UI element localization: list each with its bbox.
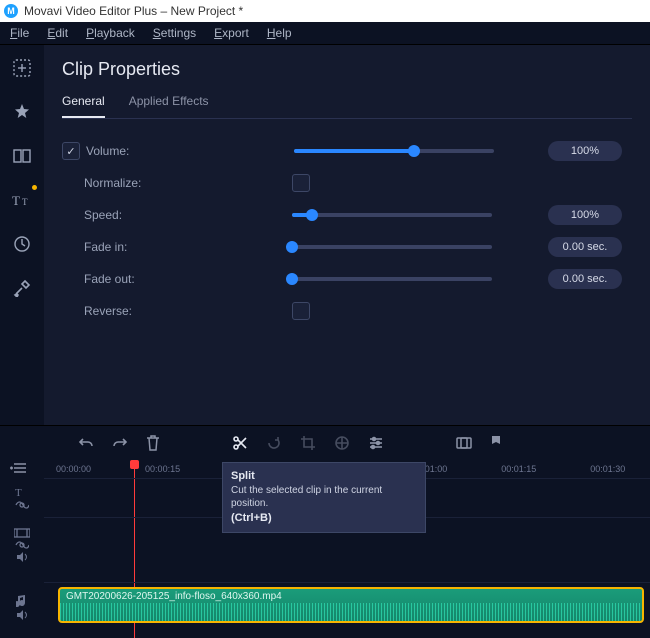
- reverse-label: Reverse:: [84, 304, 172, 318]
- fadeout-label: Fade out:: [84, 272, 172, 286]
- window-titlebar: M Movavi Video Editor Plus – New Project…: [0, 0, 650, 22]
- marker-icon[interactable]: [490, 435, 504, 451]
- volume-label: Volume:: [86, 144, 174, 158]
- stickers-icon[interactable]: [7, 229, 37, 259]
- tooltip-title: Split: [231, 470, 255, 482]
- redo-icon[interactable]: [112, 435, 128, 451]
- titles-icon[interactable]: TT: [7, 185, 37, 215]
- window-title: Movavi Video Editor Plus – New Project *: [24, 4, 243, 18]
- volume-value: 100%: [548, 141, 622, 161]
- ruler-tick: 00:00:15: [145, 464, 180, 474]
- menu-export[interactable]: Export: [214, 26, 249, 40]
- fadein-slider[interactable]: [292, 245, 492, 249]
- prop-reverse-row: Reverse:: [62, 295, 632, 327]
- audio-track[interactable]: GMT20200626-205125_info-floso_640x360.mp…: [44, 582, 650, 627]
- normalize-label: Normalize:: [84, 176, 172, 190]
- svg-text:T: T: [22, 197, 28, 207]
- panel-tabs: General Applied Effects: [62, 94, 632, 119]
- rotate-icon[interactable]: [266, 435, 282, 451]
- timeline: 00:00:00 00:00:15 00:00:30 00:00:45 00:0…: [0, 425, 650, 638]
- prop-fadein-row: Fade in: 0.00 sec.: [62, 231, 632, 263]
- titles-track-header[interactable]: T: [15, 486, 29, 510]
- tooltip-shortcut: (Ctrl+B): [231, 512, 272, 524]
- crop-icon[interactable]: [300, 435, 316, 451]
- normalize-checkbox[interactable]: [292, 174, 310, 192]
- speed-slider[interactable]: [292, 213, 492, 217]
- ruler-tick: 00:01:30: [590, 464, 625, 474]
- properties-panel: Clip Properties General Applied Effects …: [44, 45, 650, 425]
- menu-edit[interactable]: Edit: [47, 26, 68, 40]
- ruler-tick: 00:01:15: [501, 464, 536, 474]
- menu-playback[interactable]: Playback: [86, 26, 135, 40]
- menu-bar: File Edit Playback Settings Export Help: [0, 22, 650, 45]
- tooltip-body: Cut the selected clip in the current pos…: [231, 485, 382, 510]
- clip-filename: GMT20200626-205125_info-floso_640x360.mp…: [66, 591, 282, 602]
- svg-text:T: T: [12, 193, 20, 208]
- prop-speed-row: Speed: 100%: [62, 199, 632, 231]
- svg-text:T: T: [15, 487, 22, 498]
- menu-help[interactable]: Help: [267, 26, 292, 40]
- reverse-checkbox[interactable]: [292, 302, 310, 320]
- filters-icon[interactable]: [7, 97, 37, 127]
- volume-checkbox[interactable]: ✓: [62, 142, 80, 160]
- transitions-icon[interactable]: [7, 141, 37, 171]
- fadein-label: Fade in:: [84, 240, 172, 254]
- fadein-value: 0.00 sec.: [548, 237, 622, 257]
- waveform: [60, 603, 642, 621]
- track-headers: T: [0, 478, 44, 638]
- panel-title: Clip Properties: [62, 59, 632, 80]
- left-sidebar: TT: [0, 45, 44, 425]
- tab-general[interactable]: General: [62, 94, 105, 118]
- volume-slider[interactable]: [294, 149, 494, 153]
- fadeout-slider[interactable]: [292, 277, 492, 281]
- ruler-tick: 00:00:00: [56, 464, 91, 474]
- menu-settings[interactable]: Settings: [153, 26, 196, 40]
- menu-file[interactable]: File: [10, 26, 29, 40]
- add-media-icon[interactable]: [7, 53, 37, 83]
- color-icon[interactable]: [334, 435, 350, 451]
- speed-value: 100%: [548, 205, 622, 225]
- timeline-toolbar: [0, 426, 650, 460]
- prop-fadeout-row: Fade out: 0.00 sec.: [62, 263, 632, 295]
- undo-icon[interactable]: [78, 435, 94, 451]
- main-area: TT Clip Properties General Applied Effec…: [0, 45, 650, 425]
- fadeout-value: 0.00 sec.: [548, 269, 622, 289]
- split-icon[interactable]: [232, 435, 248, 451]
- app-logo-icon: M: [4, 4, 18, 18]
- audio-clip[interactable]: GMT20200626-205125_info-floso_640x360.mp…: [58, 587, 644, 623]
- record-icon[interactable]: [456, 435, 472, 451]
- delete-icon[interactable]: [146, 435, 160, 451]
- split-tooltip: Split Cut the selected clip in the curre…: [222, 462, 426, 533]
- clip-settings-icon[interactable]: [368, 435, 384, 451]
- tab-applied-effects[interactable]: Applied Effects: [129, 94, 209, 118]
- video-track-header[interactable]: [14, 528, 30, 562]
- properties-list: ✓ Volume: 100% Normalize: Speed: 100%: [62, 135, 632, 327]
- prop-volume-row: ✓ Volume: 100%: [62, 135, 632, 167]
- tools-icon[interactable]: [7, 273, 37, 303]
- speed-label: Speed:: [84, 208, 172, 222]
- prop-normalize-row: Normalize:: [62, 167, 632, 199]
- audio-track-header[interactable]: [16, 594, 28, 620]
